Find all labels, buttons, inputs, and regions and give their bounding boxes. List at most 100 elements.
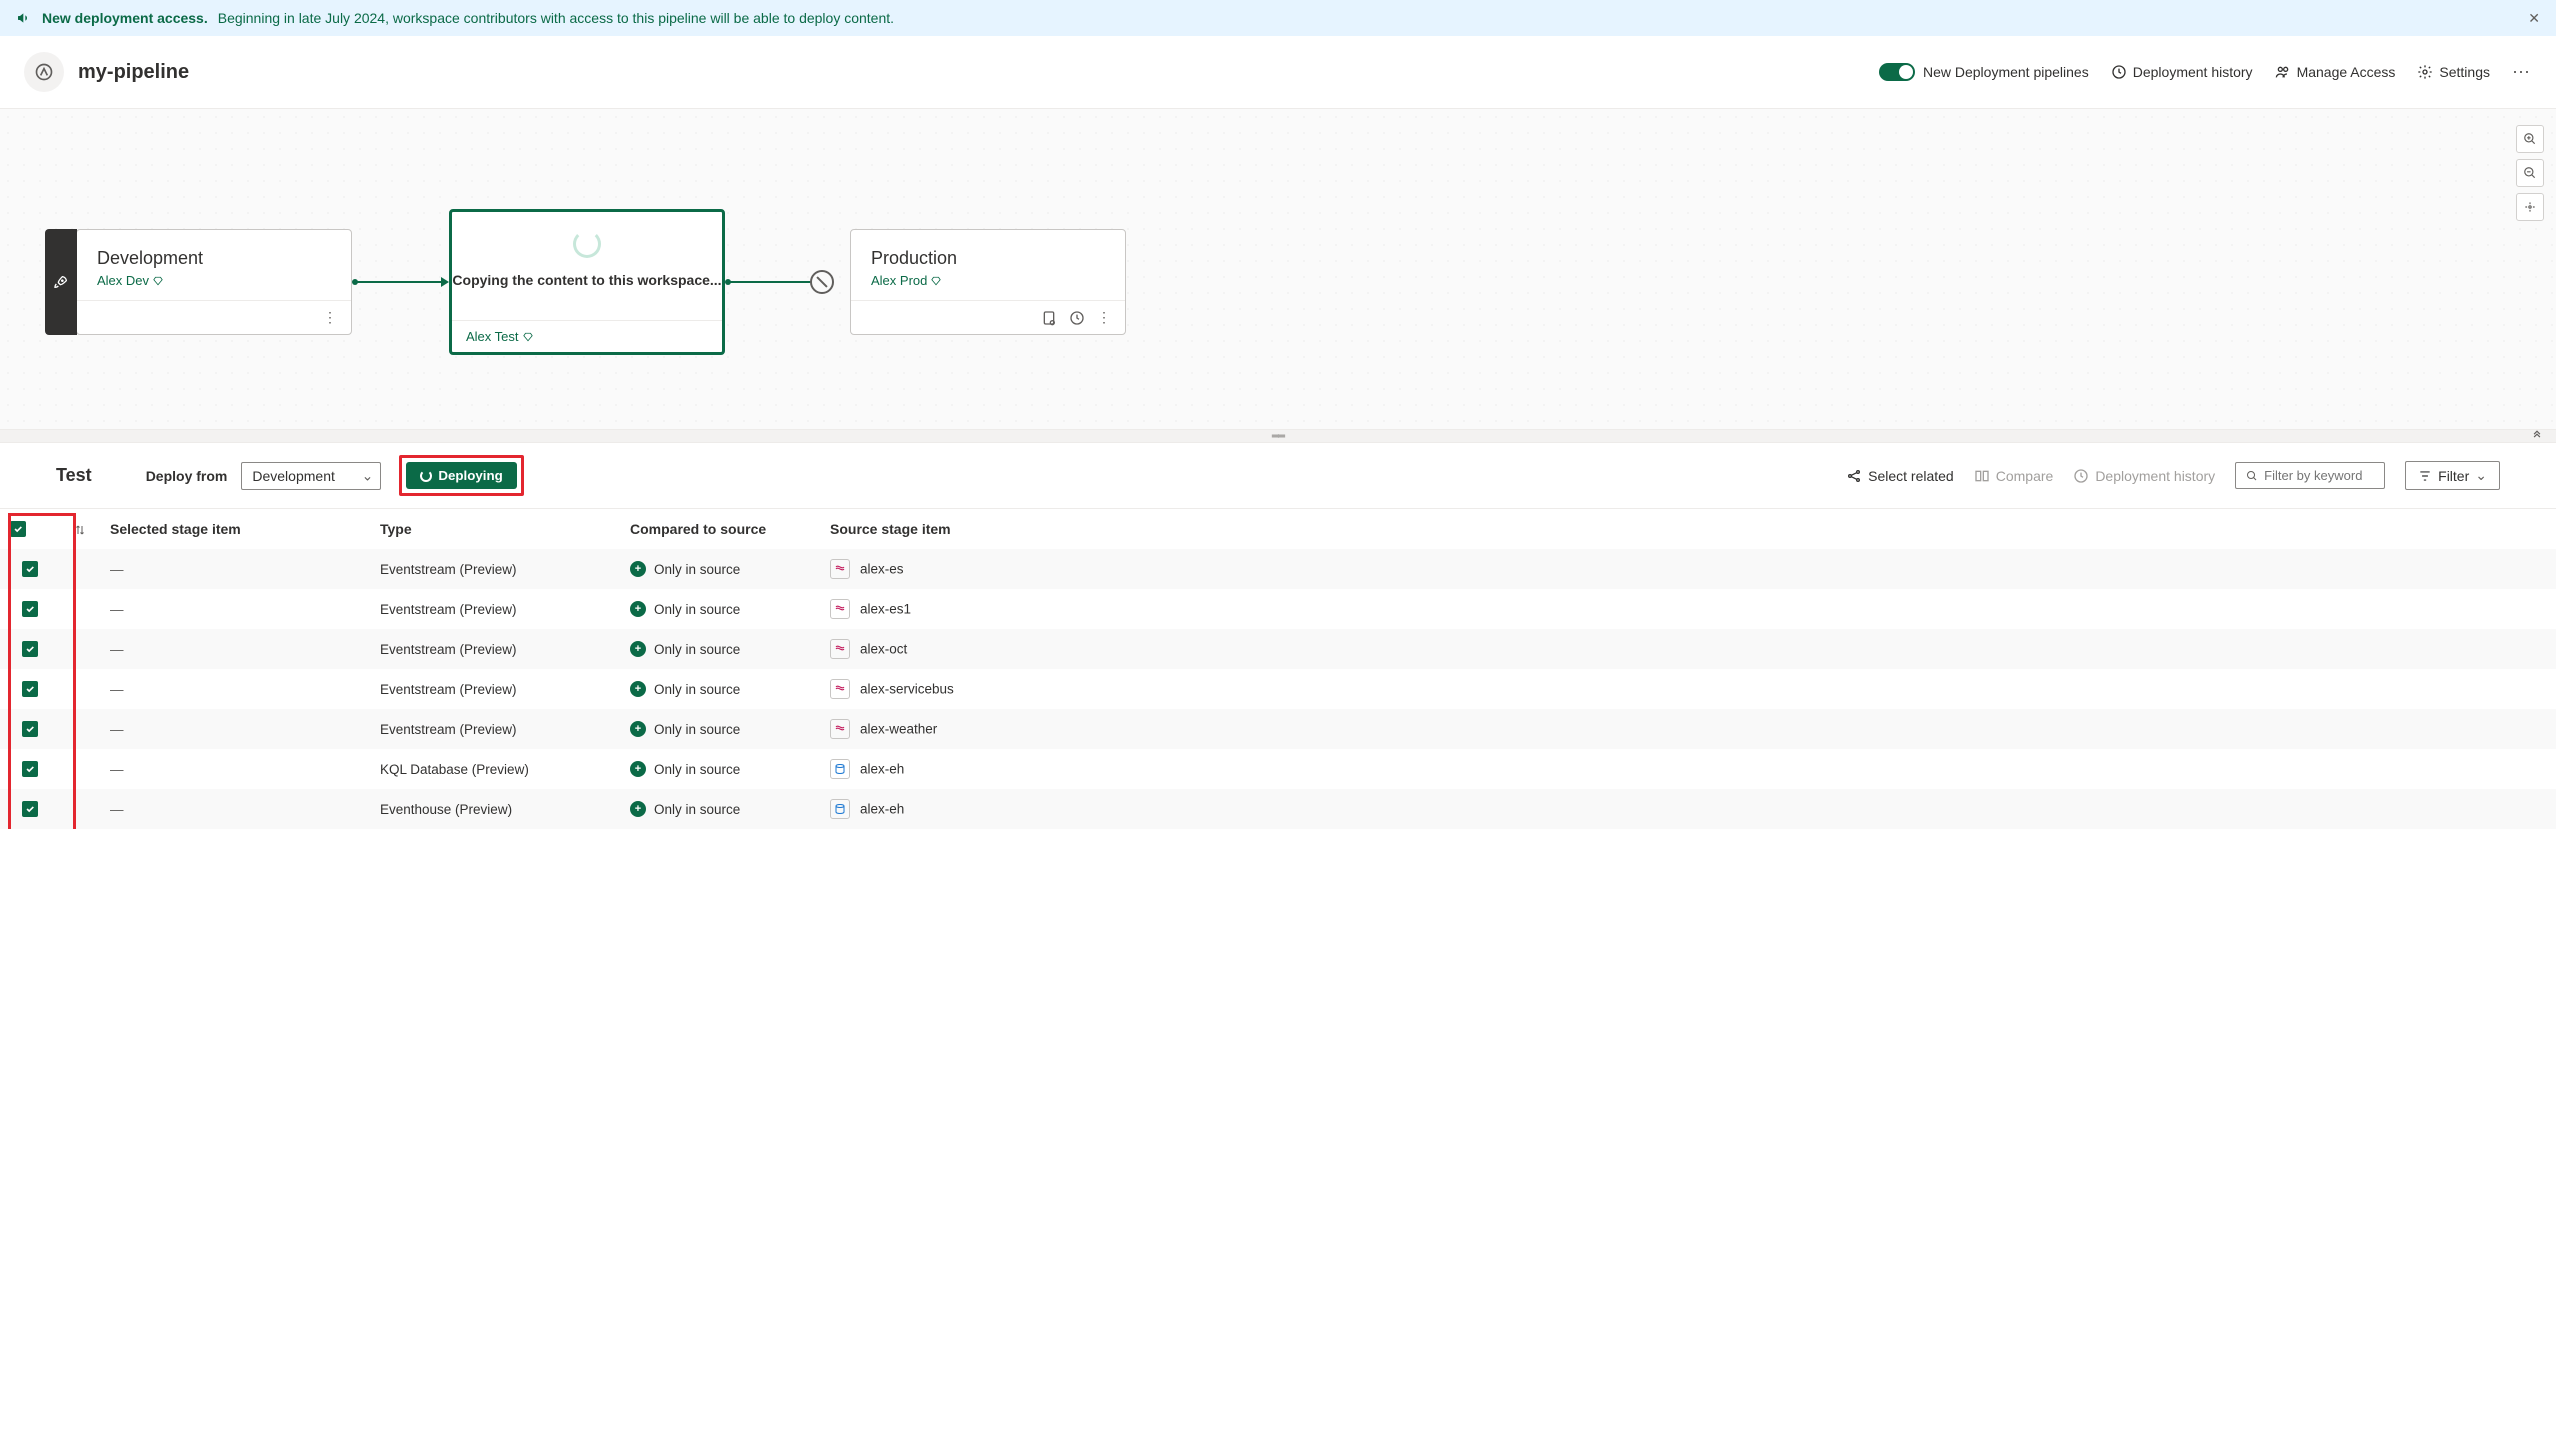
compared-cell: Only in source [654,642,740,657]
row-checkbox[interactable] [22,561,38,577]
toggle-label: New Deployment pipelines [1923,64,2089,80]
table-row[interactable]: —Eventstream (Preview)+Only in sourceale… [0,669,2556,709]
deploy-from-label: Deploy from [146,468,228,484]
compared-cell: Only in source [654,722,740,737]
selected-item-cell: — [110,802,124,817]
table-row[interactable]: — Eventhouse (Preview) + Only in source alex… [0,789,2556,829]
more-menu-button[interactable]: ⋯ [2512,62,2532,83]
table-row[interactable]: —Eventstream (Preview)+Only in sourceale… [0,589,2556,629]
plus-icon: + [630,641,646,657]
diamond-icon [153,276,163,286]
stage-title: Production [871,248,1105,269]
compared-cell: Only in source [654,562,740,577]
history-icon[interactable] [1069,310,1085,326]
current-stage-label: Test [56,465,92,486]
stage-more-button[interactable]: ⋮ [1097,309,1111,326]
type-cell: Eventhouse (Preview) [370,789,620,829]
filter-button[interactable]: Filter ⌄ [2405,461,2500,490]
stage-card-development[interactable]: Development Alex Dev ⋮ [76,229,352,335]
header-compared[interactable]: Compared to source [620,509,820,549]
panel-splitter[interactable]: ══ [0,429,2556,443]
search-icon [2246,469,2258,483]
people-icon [2275,64,2291,80]
settings-link[interactable]: Settings [2417,64,2490,80]
selected-item-cell: — [110,602,124,617]
header-selected[interactable]: Selected stage item [100,509,370,549]
spinner-icon [420,470,432,482]
zoom-out-button[interactable] [2516,159,2544,187]
plus-icon: + [630,681,646,697]
deploy-button-highlight: Deploying [399,455,523,496]
compared-cell: Only in source [654,602,740,617]
stage-subtitle: Alex Test [466,329,533,344]
table-row[interactable]: —Eventstream (Preview)+Only in sourceale… [0,549,2556,589]
stage-card-production[interactable]: Production Alex Prod ⋮ [850,229,1126,335]
plus-icon: + [630,761,646,777]
table-row[interactable]: —Eventstream (Preview)+Only in sourceale… [0,629,2556,669]
deployment-history-link[interactable]: Deployment history [2111,64,2253,80]
select-all-checkbox[interactable] [10,521,26,537]
table-row[interactable]: —Eventstream (Preview)+Only in sourceale… [0,709,2556,749]
header-type[interactable]: Type [370,509,620,549]
stage-card-test[interactable]: Copying the content to this workspace...… [449,209,725,355]
stage-subtitle: Alex Prod [871,273,1105,288]
stage-connector [725,277,822,287]
new-pipelines-toggle[interactable]: New Deployment pipelines [1879,63,2089,81]
history-icon [2073,468,2089,484]
pipeline-canvas[interactable]: Development Alex Dev ⋮ Copying the conte… [0,109,2556,429]
diamond-icon [523,332,533,342]
stage-connector [352,277,449,287]
row-checkbox[interactable] [22,681,38,697]
source-cell: alex-es [860,562,904,577]
plus-icon: + [630,601,646,617]
stage-more-button[interactable]: ⋮ [323,309,337,326]
toggle-switch[interactable] [1879,63,1915,81]
items-table: Selected stage item Type Compared to sou… [0,509,2556,829]
plus-icon: + [630,801,646,817]
eventstream-icon [830,639,850,659]
row-checkbox[interactable] [22,641,38,657]
source-cell: alex-oct [860,642,907,657]
row-checkbox[interactable] [22,761,38,777]
share-icon [1846,468,1862,484]
type-cell: Eventstream (Preview) [370,549,620,589]
banner-title: New deployment access. [42,10,208,26]
type-cell: KQL Database (Preview) [370,749,620,789]
zoom-fit-button[interactable] [2516,193,2544,221]
compare-icon [1974,468,1990,484]
selected-item-cell: — [110,722,124,737]
selected-item-cell: — [110,562,124,577]
sort-icon[interactable] [74,524,86,536]
row-checkbox[interactable] [22,801,38,817]
row-checkbox[interactable] [22,721,38,737]
history-icon [2111,64,2127,80]
manage-access-link[interactable]: Manage Access [2275,64,2396,80]
detail-toolbar: Test Deploy from Development ⌄ Deploying… [0,443,2556,509]
stage-subtitle: Alex Dev [97,273,331,288]
banner-close-button[interactable]: ✕ [2528,10,2540,27]
row-checkbox[interactable] [22,601,38,617]
source-cell: alex-weather [860,722,937,737]
source-cell: alex-eh [860,802,904,817]
compared-cell: Only in source [654,762,740,777]
expand-panel-button[interactable] [2530,426,2544,443]
deploy-button[interactable]: Deploying [406,462,516,489]
stage-handle[interactable] [45,229,77,335]
rules-icon[interactable] [1041,310,1057,326]
table-row[interactable]: —KQL Database (Preview)+Only in sourceal… [0,749,2556,789]
compared-cell: Only in source [654,802,740,817]
notification-banner: New deployment access. Beginning in late… [0,0,2556,36]
search-input[interactable] [2235,462,2385,489]
zoom-in-button[interactable] [2516,125,2544,153]
gear-icon [2417,64,2433,80]
drag-handle-icon: ══ [1272,431,1284,442]
deploy-from-select[interactable]: Development ⌄ [241,462,381,490]
pipeline-name: my-pipeline [78,61,189,84]
select-related-button[interactable]: Select related [1846,468,1954,484]
banner-text: Beginning in late July 2024, workspace c… [218,10,894,26]
eventstream-icon [830,599,850,619]
header-source[interactable]: Source stage item [820,509,2556,549]
type-cell: Eventstream (Preview) [370,709,620,749]
search-field[interactable] [2264,468,2374,483]
deployment-history-button: Deployment history [2073,468,2215,484]
